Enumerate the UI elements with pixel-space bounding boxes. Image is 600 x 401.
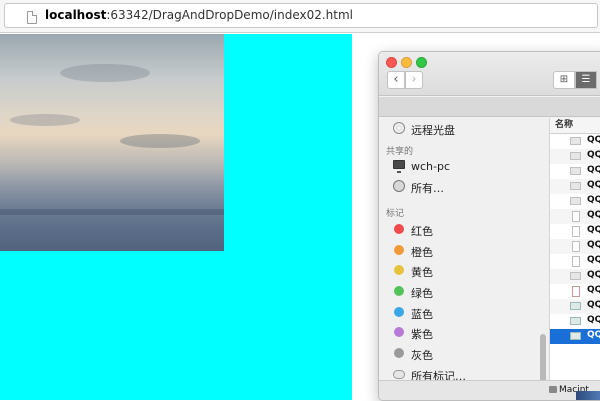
sidebar-item-label: 远程光盘 — [411, 124, 455, 137]
horizon-band — [0, 209, 224, 215]
file-icon — [570, 197, 581, 205]
sidebar-item-label: wch-pc — [411, 160, 451, 173]
cloud-shape — [120, 134, 200, 148]
file-row[interactable]: QQ — [550, 254, 600, 269]
file-row[interactable]: QQ — [550, 299, 600, 314]
file-icon — [570, 182, 581, 190]
sidebar-item-label: 所有… — [411, 182, 444, 195]
file-name: QQ — [587, 300, 600, 310]
file-icon — [570, 167, 581, 175]
file-name: QQ — [587, 315, 600, 325]
file-icon — [570, 272, 581, 280]
sidebar-section-shared: 共享的 — [386, 147, 414, 157]
file-row[interactable]: QQ — [550, 209, 600, 224]
sidebar-item-label: 橙色 — [411, 246, 433, 259]
image-file-icon — [570, 317, 581, 325]
monitor-icon — [393, 160, 405, 173]
file-name: QQ — [587, 210, 600, 220]
url-text[interactable]: localhost:63342/DragAndDropDemo/index02.… — [45, 8, 353, 22]
finder-status-bar: Macint — [379, 380, 600, 400]
finder-window: ‹ › ⊞ ☰ 远程光盘 共享的 wch-pc 所有… 标记 红色 橙色 黄色 … — [378, 51, 600, 401]
file-row[interactable]: QQ — [550, 134, 600, 149]
pdf-icon — [572, 286, 580, 297]
image-file-icon — [570, 332, 581, 340]
sidebar-item-label: 灰色 — [411, 349, 433, 362]
all-tags-icon — [393, 370, 405, 379]
document-icon — [572, 211, 580, 222]
cloud-shape — [10, 114, 80, 126]
minimize-window-button[interactable] — [401, 57, 412, 68]
file-name: QQ — [587, 180, 600, 190]
disc-icon — [393, 122, 405, 134]
sidebar-item-label: 蓝色 — [411, 308, 433, 321]
file-row[interactable]: QQ — [550, 239, 600, 254]
gray-tag-icon — [394, 348, 404, 358]
image-file-icon — [570, 302, 581, 310]
file-name: QQ — [587, 270, 600, 280]
finder-path-bar — [379, 97, 600, 117]
finder-sidebar: 远程光盘 共享的 wch-pc 所有… 标记 红色 橙色 黄色 绿色 蓝色 紫色… — [379, 118, 549, 380]
file-name: QQ — [587, 150, 600, 160]
sidebar-item-label: 黄色 — [411, 266, 433, 279]
icon-view-button[interactable]: ⊞ — [553, 71, 575, 89]
file-row[interactable]: QQ — [550, 179, 600, 194]
document-icon — [572, 241, 580, 252]
finder-titlebar: ‹ › ⊞ ☰ — [379, 52, 600, 96]
sidebar-item-label: 绿色 — [411, 287, 433, 300]
file-name: QQ — [587, 225, 600, 235]
cloud-shape — [60, 64, 150, 82]
yellow-tag-icon — [394, 265, 404, 275]
file-row[interactable]: QQ — [550, 284, 600, 299]
back-button[interactable]: ‹ — [387, 71, 405, 89]
file-icon — [570, 137, 581, 145]
zoom-window-button[interactable] — [416, 57, 427, 68]
url-host: localhost — [45, 8, 107, 22]
file-name: QQ — [587, 135, 600, 145]
red-tag-icon — [394, 224, 404, 234]
dropped-image[interactable] — [0, 34, 224, 251]
file-name: QQ — [587, 255, 600, 265]
sidebar-item-label: 红色 — [411, 225, 433, 238]
column-header-name[interactable]: 名称 — [550, 118, 600, 134]
file-name: QQ — [587, 195, 600, 205]
sidebar-section-tags: 标记 — [386, 209, 405, 219]
hard-drive-icon — [549, 386, 557, 393]
file-row-selected[interactable]: QQ — [550, 329, 600, 344]
sidebar-item-label: 所有标记… — [411, 370, 466, 380]
file-row[interactable]: QQ — [550, 224, 600, 239]
file-row[interactable]: QQ — [550, 314, 600, 329]
file-name: QQ — [587, 165, 600, 175]
list-view-button[interactable]: ☰ — [575, 71, 597, 89]
browser-address-bar: localhost:63342/DragAndDropDemo/index02.… — [0, 0, 600, 33]
file-name: QQ — [587, 330, 600, 340]
file-row[interactable]: QQ — [550, 164, 600, 179]
sidebar-scrollbar[interactable] — [540, 334, 546, 380]
file-row[interactable]: QQ — [550, 149, 600, 164]
page-icon — [27, 11, 37, 24]
file-row[interactable]: QQ — [550, 194, 600, 209]
file-name: QQ — [587, 240, 600, 250]
blue-tag-icon — [394, 307, 404, 317]
sidebar-item-label: 紫色 — [411, 328, 433, 341]
document-icon — [572, 256, 580, 267]
orange-tag-icon — [394, 245, 404, 255]
network-globe-icon — [393, 180, 405, 192]
file-row[interactable]: QQ — [550, 269, 600, 284]
purple-tag-icon — [394, 327, 404, 337]
document-icon — [572, 226, 580, 237]
page-content: ‹ › ⊞ ☰ 远程光盘 共享的 wch-pc 所有… 标记 红色 橙色 黄色 … — [0, 34, 600, 401]
forward-button[interactable]: › — [405, 71, 423, 89]
green-tag-icon — [394, 286, 404, 296]
url-path: :63342/DragAndDropDemo/index02.html — [106, 8, 354, 22]
file-name: QQ — [587, 285, 600, 295]
close-window-button[interactable] — [386, 57, 397, 68]
url-field[interactable]: localhost:63342/DragAndDropDemo/index02.… — [4, 3, 598, 28]
file-icon — [570, 152, 581, 160]
file-list: 名称 QQ QQ QQ QQ QQ QQ QQ QQ QQ QQ QQ QQ Q… — [549, 118, 600, 380]
